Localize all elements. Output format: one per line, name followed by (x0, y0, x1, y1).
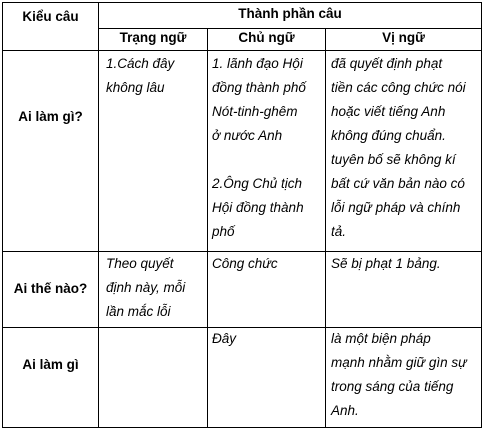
row-1-sentence-type: Ai làm gì? (18, 109, 83, 124)
text-line: Anh. (331, 403, 359, 418)
header-sentence-components: Thành phần câu (238, 6, 342, 21)
text-line: phố (212, 224, 235, 239)
text-line: 2.Ông Chủ tịch (212, 176, 303, 191)
header-sentence-type: Kiểu câu (22, 9, 79, 24)
text-line: Theo quyết (106, 256, 174, 271)
row-2-predicate: Sẽ bị phạt 1 bảng. (331, 252, 481, 276)
text-line: tả. (331, 224, 347, 239)
text-line: tiền các công chức nói (331, 80, 466, 95)
text-line: ở nước Anh (212, 128, 283, 143)
header-adverbial: Trạng ngữ (119, 30, 187, 45)
row-3-predicate: là một biện pháp mạnh nhằm giữ gìn sự tr… (331, 327, 481, 423)
text-line: đã quyết định phạt (331, 56, 443, 71)
text-line: Hội đồng thành (212, 200, 304, 215)
row-1-predicate: đã quyết định phạt tiền các công chức nó… (331, 52, 481, 244)
text-line: mạnh nhằm giữ gìn sự (331, 355, 467, 370)
text-line: Nót-tinh-ghêm (212, 104, 298, 119)
text-line: Sẽ bị phạt 1 bảng. (331, 256, 441, 271)
text-line: Đây (212, 331, 237, 346)
text-line: lỗi ngữ pháp và chính (331, 200, 461, 215)
text-line (212, 148, 324, 172)
text-line: bất cứ văn bản nào có (331, 176, 465, 191)
row-3-subject: Đây (212, 327, 324, 351)
text-line: Công chức (212, 256, 278, 271)
text-line: lần mắc lỗi (106, 304, 171, 319)
text-line: định này, mỗi (106, 280, 186, 295)
text-line: đồng thành phố (212, 80, 306, 95)
row-2-subject: Công chức (212, 252, 324, 276)
text-line: không đúng chuẩn. (331, 128, 446, 143)
document-page: Kiểu câu Thành phần câu Trạng ngữ Chủ ng… (0, 0, 485, 430)
row-3-sentence-type: Ai làm gì (22, 357, 79, 372)
header-predicate: Vị ngữ (382, 30, 425, 45)
text-line: hoặc viết tiếng Anh (331, 104, 446, 119)
text-line: tuyên bố sẽ không kí (331, 152, 456, 167)
text-line: trong sáng của tiếng (331, 379, 454, 394)
row-2-adverbial: Theo quyết định này, mỗi lần mắc lỗi (106, 252, 206, 324)
row-2-sentence-type: Ai thế nào? (13, 281, 88, 296)
text-line: không lâu (106, 80, 165, 95)
header-subject: Chủ ngữ (238, 30, 295, 45)
text-line: là một biện pháp (331, 331, 431, 346)
row-1-adverbial: 1.Cách đây không lâu (106, 52, 206, 100)
text-line: 1. lãnh đạo Hội (212, 56, 303, 71)
row-1-subject: 1. lãnh đạo Hội đồng thành phố Nót-tinh-… (212, 52, 324, 244)
text-line: 1.Cách đây (106, 56, 175, 71)
